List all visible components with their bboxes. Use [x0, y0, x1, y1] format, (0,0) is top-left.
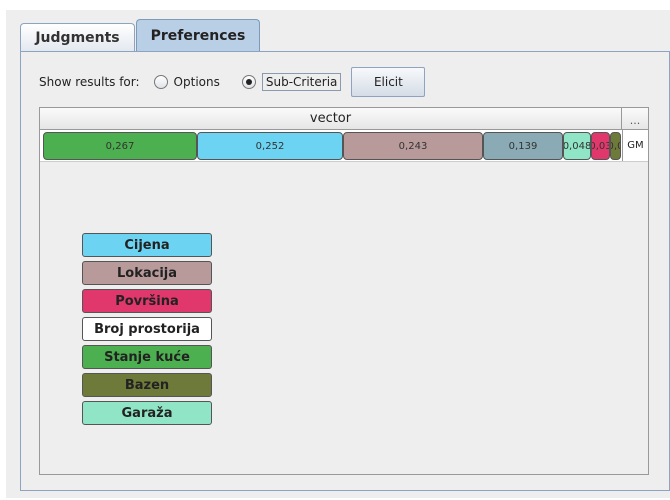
subcriteria-radio-label: Sub-Criteria — [261, 73, 342, 91]
show-results-label: Show results for: — [39, 75, 140, 89]
bar-segment[interactable]: 0,139 — [483, 132, 563, 160]
subcriteria-radio[interactable]: Sub-Criteria — [241, 73, 342, 91]
bar-segment[interactable]: 0,0 — [610, 132, 621, 160]
legend-item: Bazen — [82, 373, 212, 397]
more-columns-button[interactable]: ... — [622, 108, 648, 129]
legend-item: Stanje kuće — [82, 345, 212, 369]
bar-segment[interactable]: 0,048 — [563, 132, 591, 160]
legend: Cijena Lokacija Površina Broj prostorija Sta… — [82, 233, 214, 429]
bar-segment[interactable]: 0,243 — [343, 132, 483, 160]
table-header: vector ... — [40, 108, 648, 130]
legend-item: Cijena — [82, 233, 212, 257]
priority-stacked-bar[interactable]: 0,2670,2520,2430,1390,0480,030,0 — [43, 132, 621, 160]
options-radio-icon[interactable] — [153, 75, 168, 89]
legend-item: Lokacija — [82, 261, 212, 285]
bar-segment[interactable]: 0,03 — [591, 132, 610, 160]
table-row[interactable]: 0,2670,2520,2430,1390,0480,030,0 GM — [40, 130, 648, 162]
legend-item: Garaža — [82, 401, 212, 425]
tab-preferences[interactable]: Preferences — [136, 19, 260, 51]
vector-column-header[interactable]: vector — [40, 108, 622, 129]
row-label-gm: GM — [622, 130, 648, 161]
show-results-row: Show results for: Options Sub-Criteria E… — [39, 67, 426, 97]
options-radio[interactable]: Options — [153, 75, 220, 89]
legend-item: Broj prostorija — [82, 317, 212, 341]
options-radio-label: Options — [173, 75, 220, 89]
subcriteria-radio-icon[interactable] — [241, 75, 256, 89]
preferences-panel: Show results for: Options Sub-Criteria E… — [20, 51, 670, 491]
legend-item: Površina — [82, 289, 212, 313]
elicit-button[interactable]: Elicit — [351, 67, 426, 97]
bar-segment[interactable]: 0,252 — [197, 132, 343, 160]
bar-segment[interactable]: 0,267 — [43, 132, 197, 160]
tab-judgments[interactable]: Judgments — [20, 23, 135, 51]
preferences-window: Judgments Preferences Show results for: … — [6, 10, 670, 498]
